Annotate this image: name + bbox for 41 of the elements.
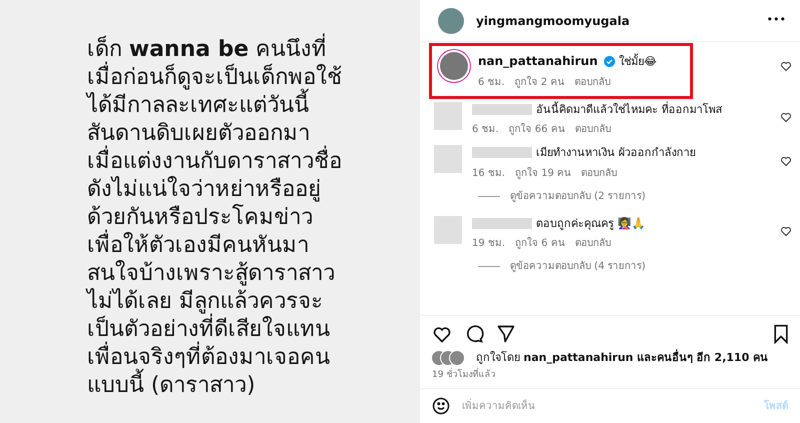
bookmark-icon[interactable]: [772, 324, 790, 344]
comment-icon[interactable]: [464, 324, 484, 344]
liker-avatars: [432, 351, 464, 366]
like-count[interactable]: ถูกใจ 6 คน: [515, 236, 565, 251]
view-replies-link[interactable]: ดูข้อความตอบกลับ (4 รายการ): [510, 259, 646, 274]
comment-time: 6 ชม.: [478, 76, 505, 90]
post-time: 19 ชั่วโมงที่แล้ว: [431, 368, 496, 382]
story-text-line: ดังไม่แน่ใจว่าหย่าหรืออยู่: [87, 176, 322, 204]
username[interactable]: nan_pattanahirun: [478, 54, 602, 68]
comment-text: ใช่มั้ย😂: [618, 55, 657, 68]
blurred-username: [472, 218, 532, 229]
comment-time: 6 ชม.: [472, 123, 499, 137]
reply-link[interactable]: ตอบกลับ: [574, 74, 610, 90]
story-text-line: เมื่อแต่งงานกับดาราสาวชื่อ: [87, 148, 420, 176]
comment-text: อันนี้คิดมาดีแล้วใช่ไหมคะ ที่ออกมาโพส: [536, 102, 722, 116]
avatar[interactable]: [438, 8, 464, 34]
comment-text: เมียทำงานหาเงิน ผัวออกกำลังกาย: [536, 146, 696, 159]
story-text-line: สันดานดิบเผยตัวออกมา: [87, 120, 310, 146]
comment-time: 19 ชม.: [472, 237, 506, 251]
reply-link[interactable]: ตอบกลับ: [574, 122, 611, 137]
more-options-button[interactable]: •••: [766, 12, 786, 29]
blurred-username: [472, 147, 532, 158]
comment-input[interactable]: เพิ่มความคิดเห็น: [460, 398, 754, 414]
story-text-line: เพื่อให้ตัวเองมีคนหันมา: [87, 232, 420, 260]
reply-link[interactable]: ตอบกลับ: [574, 236, 611, 251]
story-text-line: ไม่ได้เลย มีลูกแล้วควรจะ: [87, 288, 323, 314]
view-replies-link[interactable]: ดูข้อความตอบกลับ (2 รายการ): [510, 188, 646, 204]
send-icon[interactable]: [496, 324, 516, 344]
emoji-icon[interactable]: [432, 397, 450, 415]
like-count[interactable]: ถูกใจ 2 คน: [514, 74, 564, 90]
comment-text: ตอบถูกค่ะคุณครู 👩‍🏫🙏: [536, 216, 646, 230]
comment-time: 16 ชม.: [472, 166, 506, 180]
story-text-line: ด้วยกันหรือประโคมข่าว: [87, 204, 314, 230]
like-count[interactable]: ถูกใจ 19 คน: [515, 166, 572, 180]
avatar[interactable]: [440, 52, 468, 80]
like-count[interactable]: ถูกใจ 66 คน: [508, 122, 565, 137]
reply-link[interactable]: ตอบกลับ: [581, 166, 618, 180]
username[interactable]: yingmangmoomyugala: [476, 12, 755, 30]
blurred-username: [472, 104, 532, 115]
likes-summary: ถูกใจโดย nan_pattanahirun และคนอื่นๆ อีก 2,110 คน: [476, 350, 768, 366]
story-text-line: สนใจบ้างเพราะสู้ดาราสาว: [87, 260, 336, 288]
